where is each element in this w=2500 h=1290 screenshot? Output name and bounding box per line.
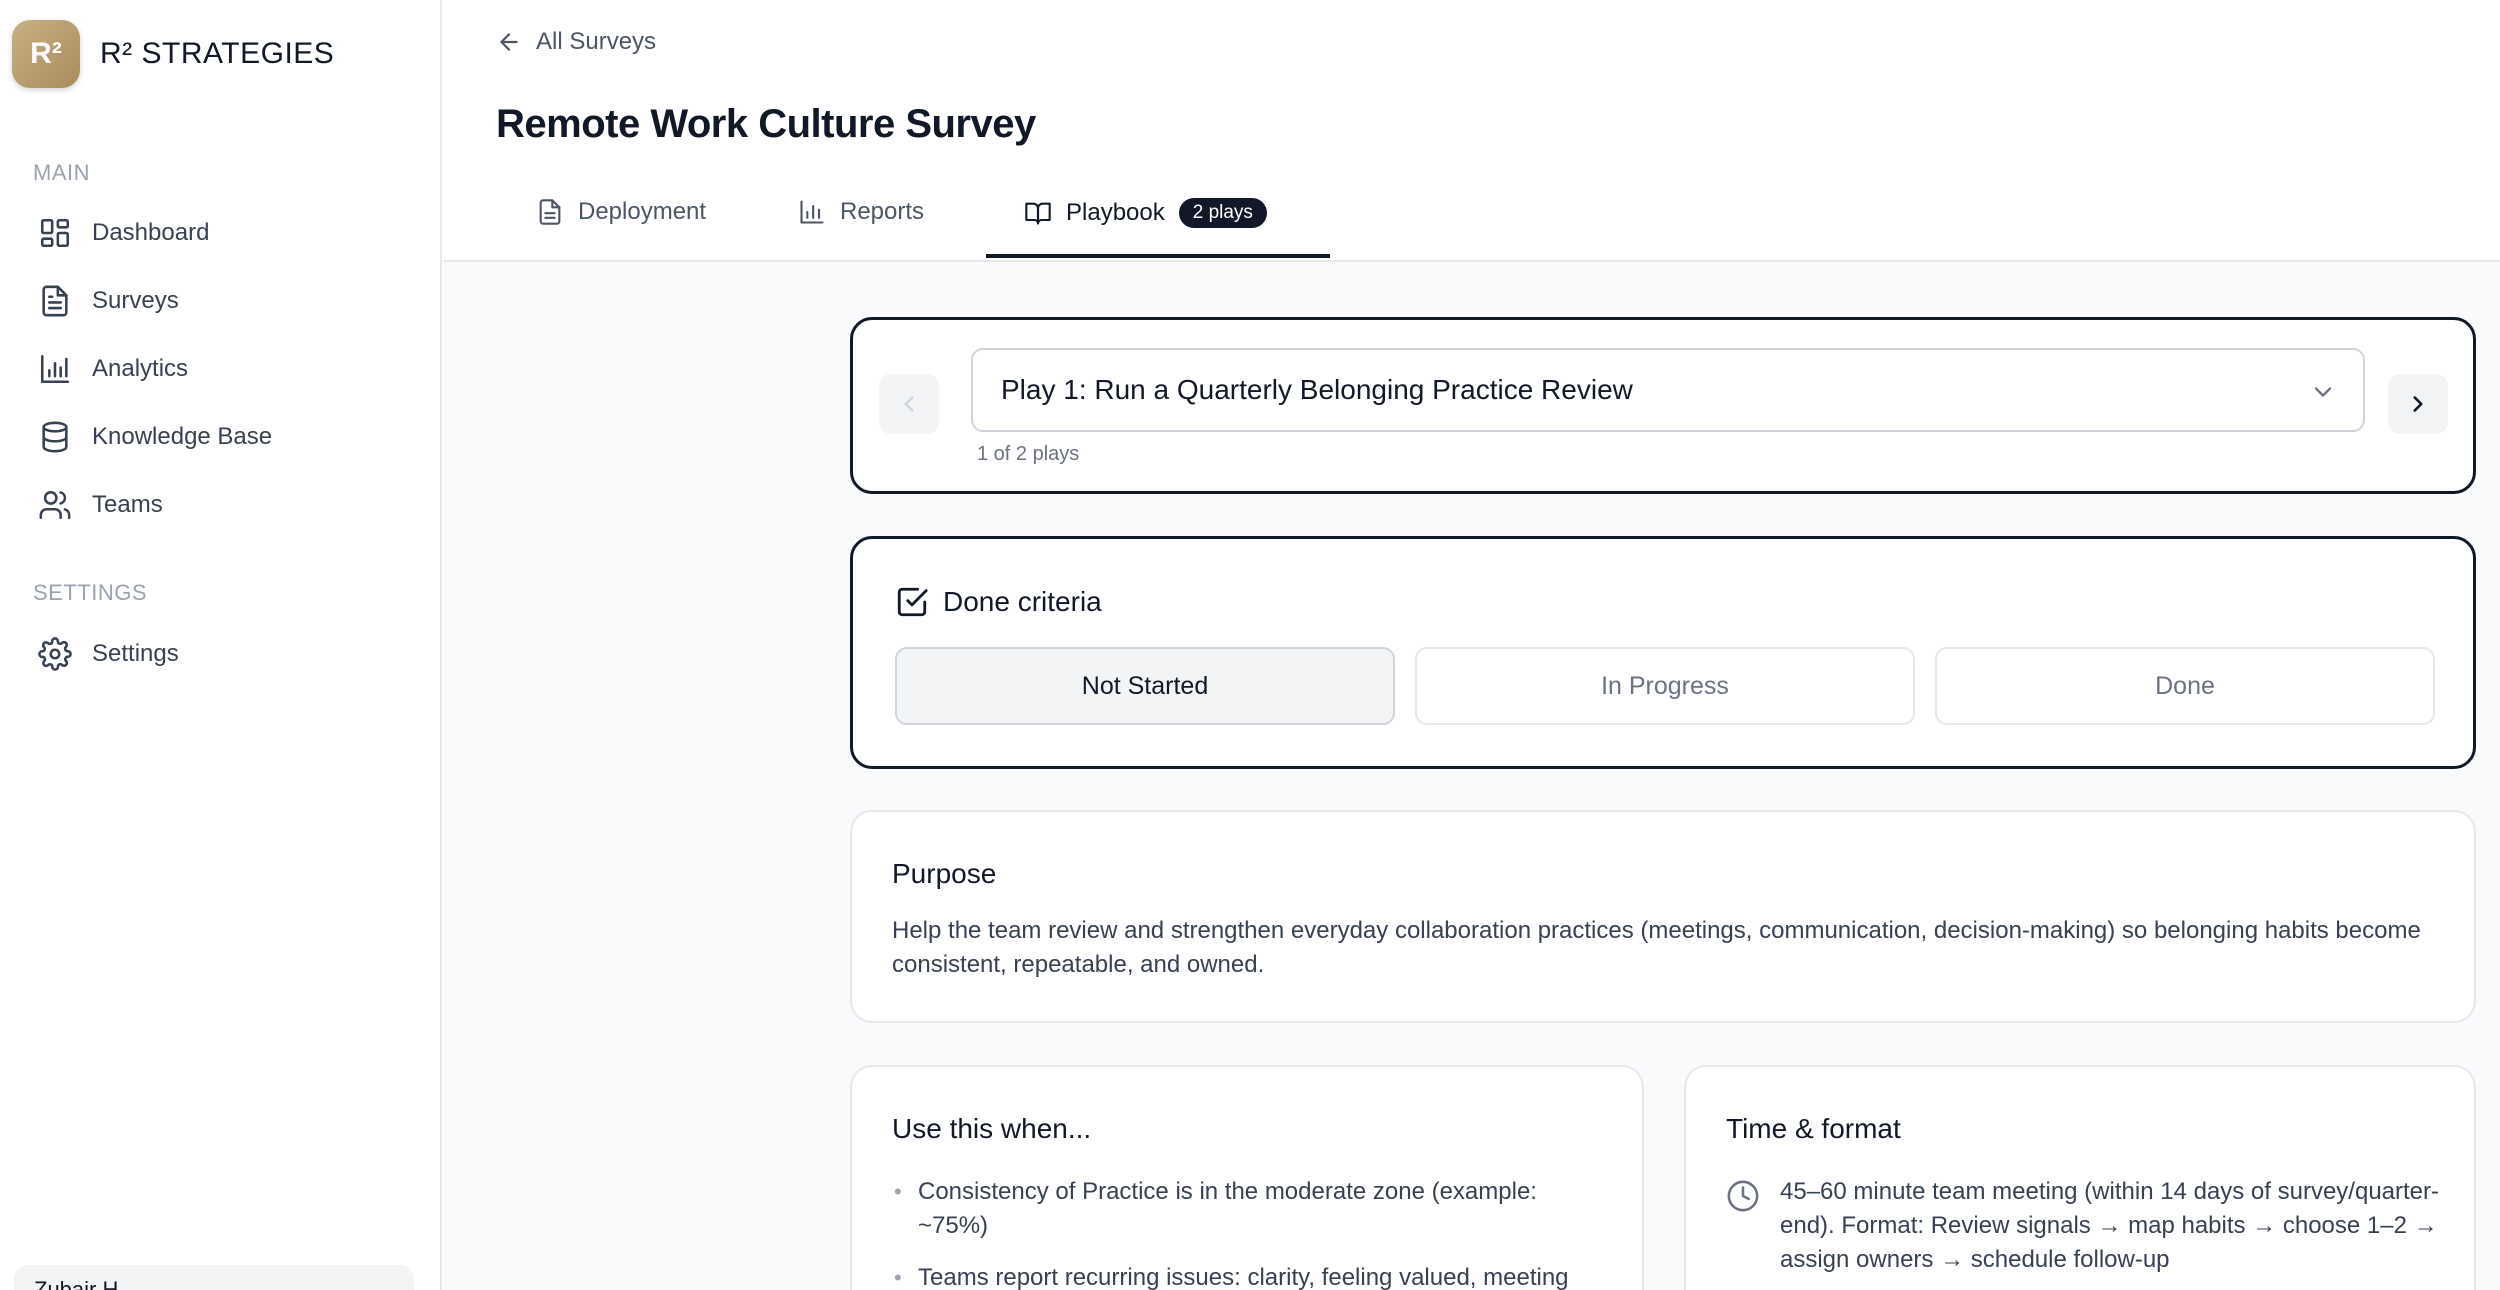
play-selector-card: Play 1: Run a Quarterly Belonging Practi…: [850, 317, 2476, 494]
time-format-card: Time & format 45–60 minute team meeting …: [1684, 1065, 2476, 1290]
time-format-title: Time & format: [1726, 1113, 1901, 1144]
tab-reports[interactable]: Reports: [798, 198, 924, 226]
previous-play-button[interactable]: [879, 374, 939, 434]
document-icon: [539, 199, 561, 225]
tab-playbook[interactable]: Playbook 2 plays: [1024, 198, 1267, 228]
brand-logo: R²: [12, 20, 80, 88]
use-when-card: Use this when... • Consistency of Practic…: [850, 1065, 1644, 1290]
play-count-text: 1 of 2 plays: [977, 443, 1080, 465]
sidebar-item-settings[interactable]: Settings: [38, 630, 179, 678]
plays-count-badge: 2 plays: [1178, 198, 1267, 228]
sidebar-item-analytics[interactable]: Analytics: [38, 345, 188, 393]
gear-icon: [38, 637, 72, 671]
bullet-icon: •: [894, 1265, 902, 1290]
tab-label: Reports: [840, 198, 925, 225]
use-when-title: Use this when...: [892, 1113, 1092, 1144]
brand-name: R² STRATEGIES: [100, 37, 335, 70]
play-select-dropdown[interactable]: Play 1: Run a Quarterly Belonging Practi…: [971, 348, 2365, 432]
back-link-label: All Surveys: [536, 28, 657, 55]
status-not-started-button[interactable]: Not Started: [895, 647, 1395, 725]
page-header: All Surveys Remote Work Culture Survey D…: [444, 0, 2500, 262]
sidebar-item-label: Knowledge Base: [92, 423, 273, 450]
next-play-button[interactable]: [2388, 374, 2448, 434]
document-icon: [42, 285, 68, 317]
chevron-right-icon: [2413, 396, 2423, 412]
sidebar-item-label: Analytics: [92, 355, 189, 382]
users-icon: [39, 490, 71, 520]
purpose-card: Purpose Help the team review and strengt…: [850, 810, 2476, 1023]
arrow-left-icon: [500, 33, 518, 51]
chevron-left-icon: [904, 396, 914, 412]
nav-section-settings: SETTINGS: [33, 580, 148, 605]
done-criteria-title: Done criteria: [943, 586, 1102, 617]
sidebar: R² R² STRATEGIES MAIN Dashboard Surveys …: [0, 0, 442, 1290]
book-icon: [1025, 202, 1051, 225]
nav-section-main: MAIN: [33, 160, 90, 185]
tab-label: Deployment: [578, 198, 707, 225]
use-when-list: • Consistency of Practice is in the moder…: [892, 1175, 1612, 1290]
time-format-text: 45–60 minute team meeting (within 14 day…: [1780, 1178, 2440, 1273]
back-to-surveys-link[interactable]: All Surveys: [496, 28, 656, 56]
list-item: • Consistency of Practice is in the moder…: [892, 1175, 1612, 1243]
bar-chart-icon: [40, 354, 70, 384]
database-icon: [42, 421, 68, 453]
sidebar-item-label: Surveys: [92, 287, 179, 314]
purpose-text: Help the team review and strengthen ever…: [892, 917, 2421, 978]
purpose-title: Purpose: [892, 858, 997, 889]
active-tab-indicator: [986, 254, 1330, 258]
tab-label: Playbook: [1066, 199, 1165, 226]
main-content: All Surveys Remote Work Culture Survey D…: [444, 0, 2500, 1290]
status-in-progress-button[interactable]: In Progress: [1415, 647, 1915, 725]
sidebar-item-dashboard[interactable]: Dashboard: [38, 209, 209, 257]
sidebar-item-teams[interactable]: Teams: [38, 481, 163, 529]
list-item-text: Consistency of Practice is in the modera…: [918, 1178, 1537, 1239]
sidebar-item-surveys[interactable]: Surveys: [38, 277, 179, 325]
page-title: Remote Work Culture Survey: [496, 102, 1036, 146]
dashboard-icon: [40, 218, 70, 248]
bullet-icon: •: [894, 1179, 902, 1204]
user-name: Zubair H...: [34, 1277, 137, 1290]
checkbox-checked-icon: [897, 587, 928, 617]
sidebar-item-label: Settings: [92, 640, 179, 667]
sidebar-item-label: Dashboard: [92, 219, 210, 246]
list-item: • Teams report recurring issues: clarity,…: [892, 1261, 1612, 1290]
sidebar-item-label: Teams: [92, 491, 163, 518]
sidebar-item-knowledge-base[interactable]: Knowledge Base: [38, 413, 272, 461]
clock-icon: [1727, 1180, 1759, 1212]
brand[interactable]: R² R² STRATEGIES: [12, 20, 334, 88]
selected-play: Play 1: Run a Quarterly Belonging Practi…: [1001, 374, 1633, 405]
list-item-text: Teams report recurring issues: clarity, …: [918, 1264, 1569, 1290]
tab-deployment[interactable]: Deployment: [536, 198, 706, 226]
user-profile-button[interactable]: Zubair H...: [14, 1265, 414, 1290]
status-done-button[interactable]: Done: [1935, 647, 2435, 725]
done-criteria-card: Done criteria Not Started In Progress Do…: [850, 536, 2476, 769]
chevron-down-icon: [2314, 387, 2332, 397]
done-criteria-header: Done criteria: [895, 585, 1102, 619]
bar-chart-icon: [800, 200, 824, 224]
